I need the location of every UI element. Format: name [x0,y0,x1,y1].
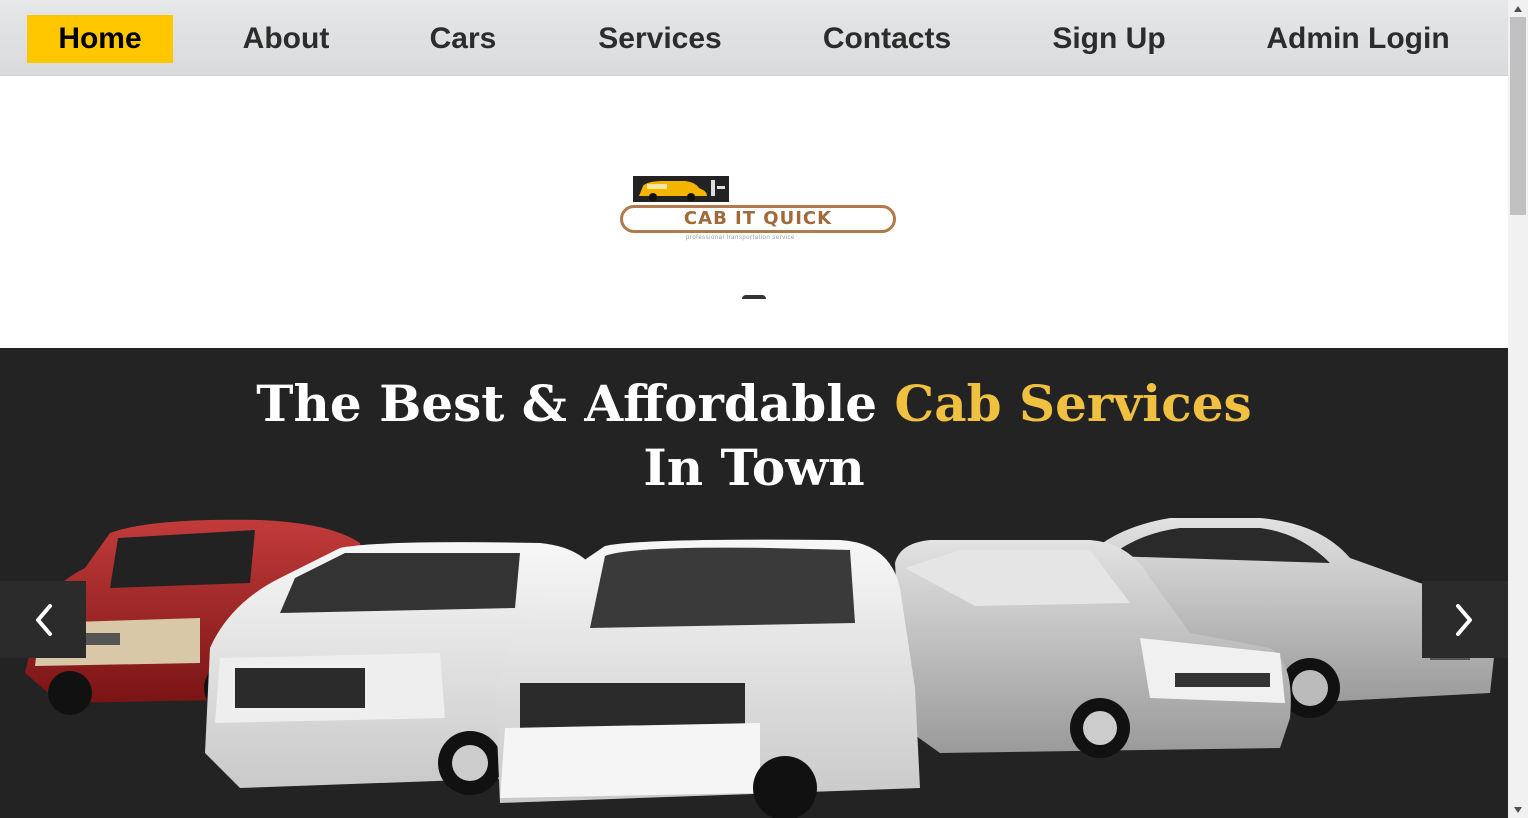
scroll-thumb[interactable] [1510,17,1526,215]
cars-lineup-image [25,518,1495,818]
nav-cars-link[interactable]: Cars [413,15,513,63]
carousel-next-button[interactable] [1422,581,1508,658]
scroll-down-arrow-icon[interactable] [1508,801,1528,818]
headline-highlight: Cab Services [894,374,1252,433]
nav-signup-link[interactable]: Sign Up [1034,15,1184,63]
carousel-prev-button[interactable] [0,581,86,658]
headline-part-1: The Best & Affordable [256,374,895,433]
chevron-right-icon [1456,603,1472,636]
nav-about-link[interactable]: About [225,15,347,63]
nav-services-link[interactable]: Services [580,15,740,63]
top-navbar: Home About Cars Services Contacts Sign U… [0,0,1508,76]
nav-admin-login-link[interactable]: Admin Login [1250,15,1466,63]
logo-tagline: professional transportation service [686,235,795,241]
carousel-indicator[interactable] [742,295,766,299]
nav-home-link[interactable]: Home [27,15,173,63]
logo-text: CAB IT QUICK [620,205,896,233]
hero-carousel: The Best & Affordable Cab Services In To… [0,348,1508,818]
taxi-car-icon [633,176,729,202]
brand-logo[interactable]: CAB IT QUICK professional transportation… [620,174,898,244]
logo-section: CAB IT QUICK professional transportation… [0,76,1508,348]
white-mpv-xylo [495,539,920,818]
headline-part-2: In Town [643,438,865,497]
nav-contacts-link[interactable]: Contacts [805,15,969,63]
vertical-scrollbar[interactable] [1508,0,1528,818]
hero-headline: The Best & Affordable Cab Services In To… [0,372,1508,500]
chevron-left-icon [36,603,52,636]
scroll-up-arrow-icon[interactable] [1508,0,1528,17]
